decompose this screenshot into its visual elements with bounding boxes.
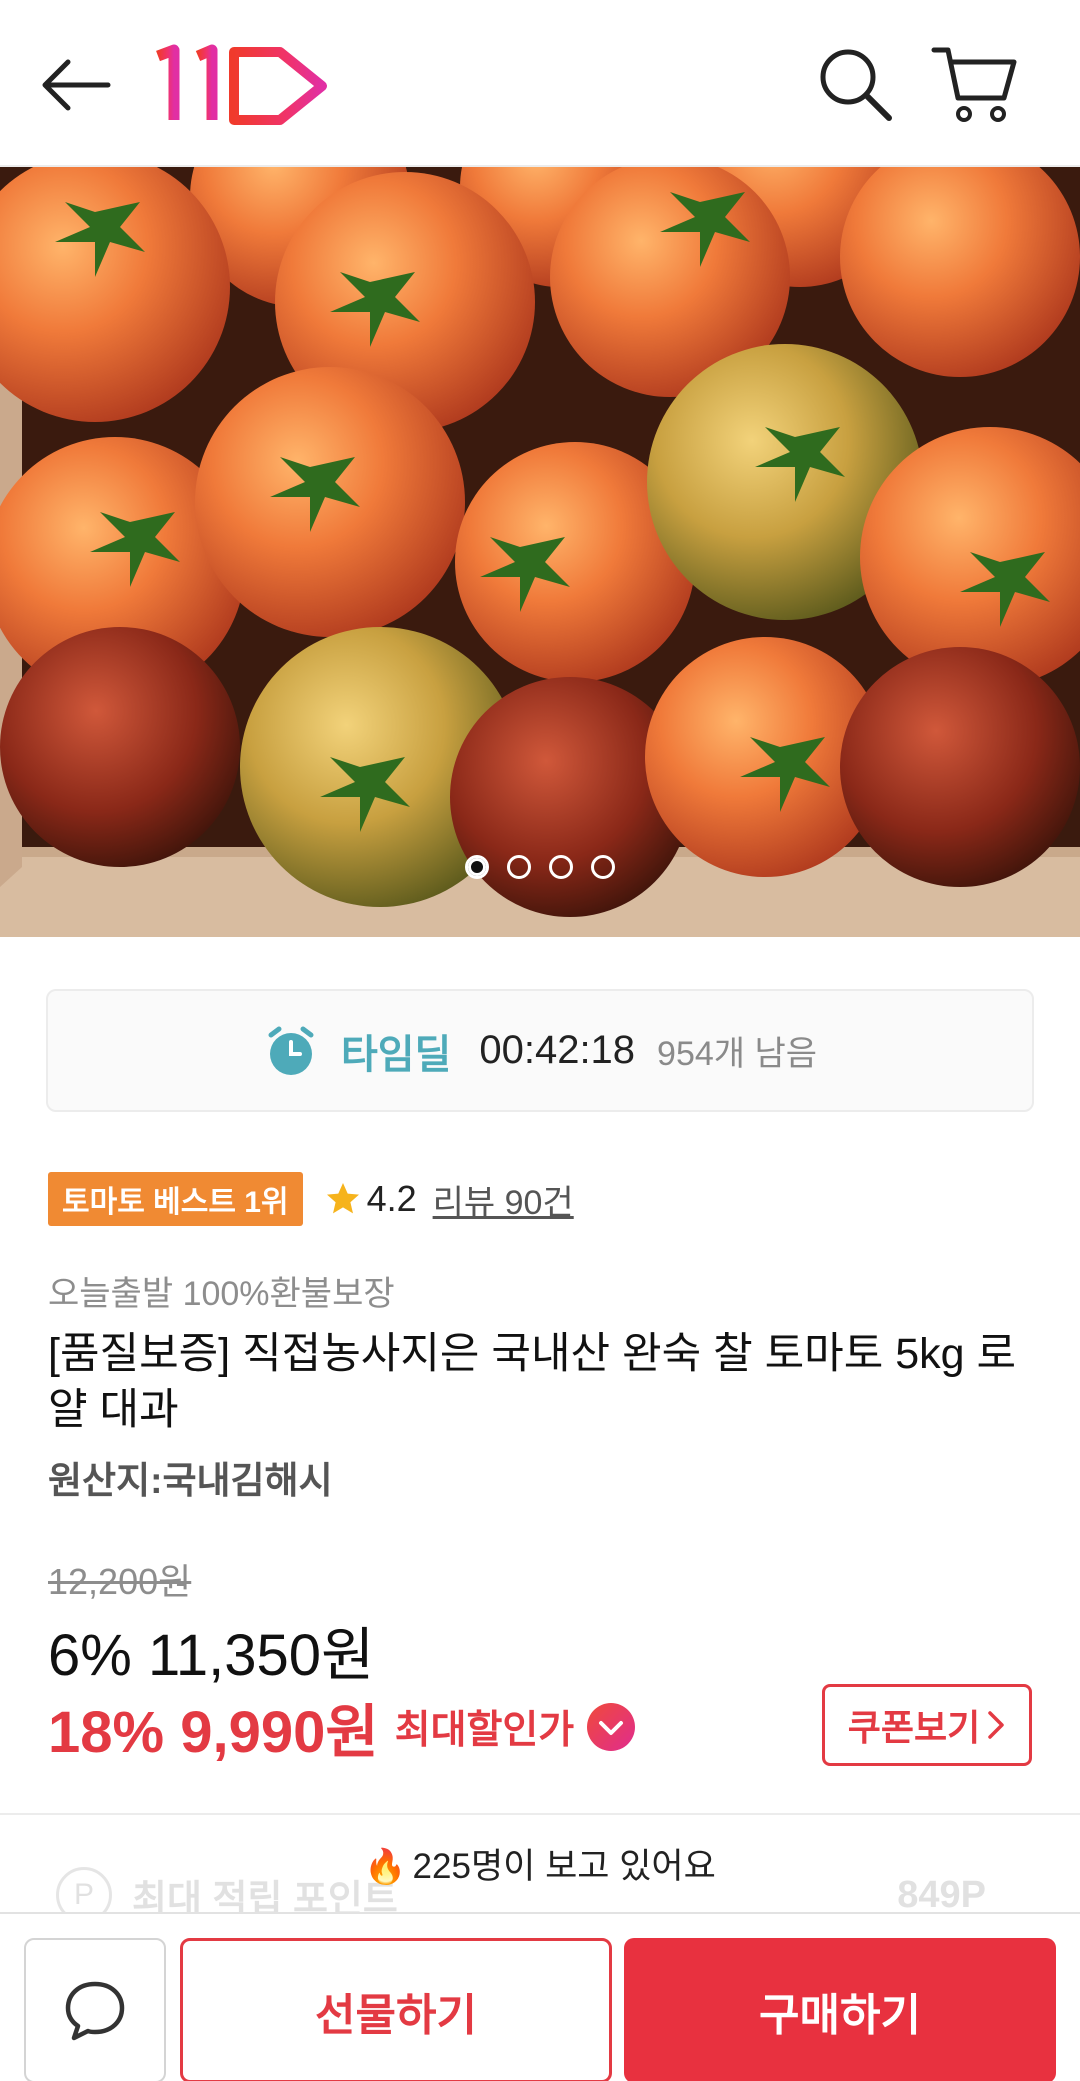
cart-button[interactable] xyxy=(930,42,1020,126)
sale-price: 6% 11,350원 xyxy=(48,1623,375,1688)
tomato-box-photo xyxy=(0,167,1080,937)
store-logo[interactable] xyxy=(150,40,330,130)
coupon-button-label: 쿠폰보기 xyxy=(847,1707,981,1748)
search-button[interactable] xyxy=(815,44,895,124)
carousel-dot[interactable] xyxy=(507,855,531,879)
viewers-text: 225명이 보고 있어요 xyxy=(412,1847,716,1886)
rating-value: 4.2 xyxy=(366,1178,417,1219)
max-discount-label: 최대할인가 xyxy=(394,1709,575,1752)
product-image-carousel[interactable] xyxy=(0,167,1080,937)
origin-label: 원산지:국내김해시 xyxy=(48,1460,333,1501)
fire-icon: 🔥 xyxy=(364,1848,407,1886)
alarm-clock-icon xyxy=(268,1026,314,1075)
chevron-right-icon xyxy=(988,1711,1004,1739)
gift-button[interactable]: 선물하기 xyxy=(180,1938,612,2081)
best-seller-badge: 토마토 베스트 1위 xyxy=(48,1172,303,1226)
cart-icon xyxy=(931,47,1017,122)
section-divider xyxy=(0,1813,1080,1815)
chevron-down-circle-icon[interactable] xyxy=(586,1702,636,1752)
shipping-promo: 오늘출발 100%환불보장 xyxy=(48,1275,395,1313)
time-deal-banner: 타임딜 00:42:18 954개 남음 xyxy=(46,989,1034,1112)
rating-row: 토마토 베스트 1위 4.2 리뷰 90건 xyxy=(48,1172,574,1226)
chat-button[interactable] xyxy=(24,1938,166,2081)
chat-bubble-icon xyxy=(65,1981,125,2040)
back-button[interactable] xyxy=(38,50,118,120)
product-title: [품질보증] 직접농사지은 국내산 완숙 찰 토마토 5kg 로얄 대과 xyxy=(48,1330,1017,1434)
max-discount-price: 18% 9,990원 xyxy=(48,1700,379,1765)
carousel-dot[interactable] xyxy=(549,855,573,879)
buy-button[interactable]: 구매하기 xyxy=(624,1938,1056,2081)
time-deal-countdown: 00:42:18 xyxy=(479,1028,636,1072)
star-icon xyxy=(326,1183,359,1214)
max-discount-row[interactable]: 18% 9,990원 최대할인가 xyxy=(48,1692,636,1765)
arrow-left-icon xyxy=(42,59,111,111)
time-deal-stock: 954개 남음 xyxy=(657,1035,818,1073)
carousel-dot[interactable] xyxy=(591,855,615,879)
top-app-bar xyxy=(0,0,1080,167)
search-icon xyxy=(820,49,892,121)
time-deal-label: 타임딜 xyxy=(340,1032,452,1077)
carousel-indicator xyxy=(0,852,1080,882)
original-price: 12,200원 xyxy=(48,1561,192,1602)
bottom-action-bar: 선물하기 구매하기 xyxy=(0,1912,1080,2081)
view-coupon-button[interactable]: 쿠폰보기 xyxy=(822,1684,1032,1766)
carousel-dot[interactable] xyxy=(465,855,489,879)
live-viewers-toast: 🔥 225명이 보고 있어요 xyxy=(0,1838,1080,1889)
review-count-link[interactable]: 리뷰 90건 xyxy=(433,1175,574,1224)
